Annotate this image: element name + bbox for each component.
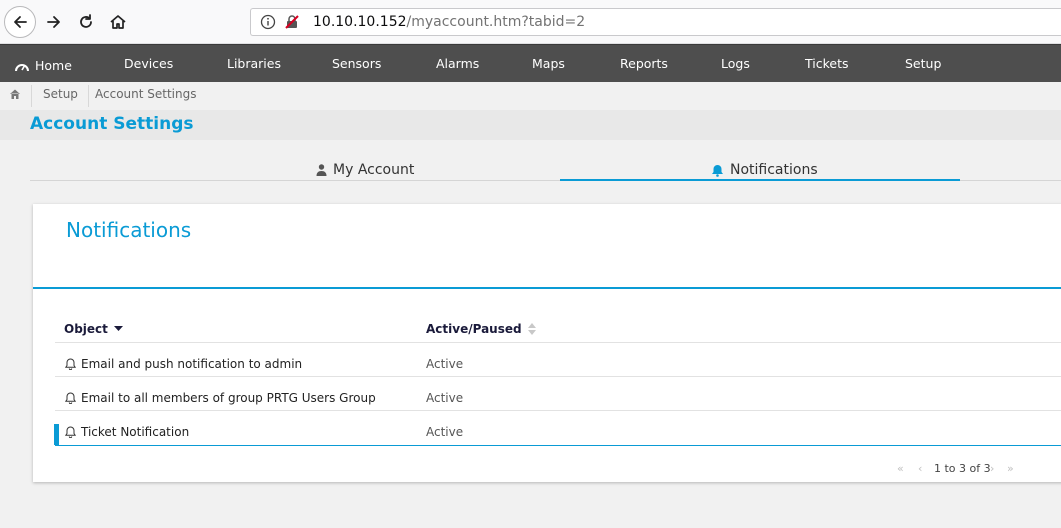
first-page-icon[interactable]: «: [897, 462, 904, 475]
prev-page-icon[interactable]: ‹: [918, 462, 922, 475]
table-row-object[interactable]: Email to all members of group PRTG Users…: [65, 391, 376, 405]
url-host: 10.10.10.152: [313, 14, 407, 30]
table-row-status: Active: [426, 425, 464, 439]
row-divider: [55, 445, 1061, 446]
page-title: Account Settings: [30, 114, 194, 134]
nav-logs[interactable]: Logs: [721, 45, 750, 82]
back-button[interactable]: [4, 6, 36, 38]
breadcrumb-home-icon[interactable]: [9, 84, 21, 112]
bell-outline-icon: [65, 426, 76, 438]
selected-row-indicator: [54, 424, 59, 445]
nav-maps[interactable]: Maps: [532, 45, 565, 82]
nav-reports[interactable]: Reports: [620, 45, 668, 82]
url-path: /myaccount.htm?tabid=2: [406, 14, 586, 30]
arrow-left-icon: [14, 16, 27, 28]
last-page-icon[interactable]: »: [1007, 462, 1014, 475]
nav-setup[interactable]: Setup: [905, 45, 941, 82]
main-navigation: Home Devices Libraries Sensors Alarms Ma…: [0, 44, 1061, 82]
info-icon[interactable]: [259, 13, 277, 31]
breadcrumb-separator: [88, 85, 89, 107]
nav-libraries[interactable]: Libraries: [227, 45, 281, 82]
arrow-right-icon: [47, 16, 60, 28]
tab-my-account[interactable]: My Account: [316, 158, 414, 182]
table-row-status: Active: [426, 391, 464, 405]
page-header: Account Settings: [0, 110, 1061, 140]
column-header-object[interactable]: Object: [64, 322, 123, 336]
row-object-label: Email to all members of group PRTG Users…: [81, 391, 376, 405]
column-header-object-label: Object: [64, 322, 108, 336]
tab-underline: [960, 180, 1061, 181]
bell-outline-icon: [65, 358, 76, 370]
breadcrumb-setup[interactable]: Setup: [43, 82, 78, 110]
nav-home[interactable]: Home: [14, 47, 72, 84]
panel-divider: [33, 287, 1061, 289]
sort-icon: [527, 323, 536, 335]
row-divider: [55, 376, 1061, 377]
panel-title: Notifications: [66, 218, 192, 242]
reload-button[interactable]: [72, 8, 100, 36]
row-object-label: Ticket Notification: [81, 425, 190, 439]
breadcrumb-account-settings: Account Settings: [95, 87, 197, 101]
nav-alarms[interactable]: Alarms: [436, 45, 479, 82]
breadcrumb-separator: [31, 85, 32, 107]
browser-home-button[interactable]: [104, 8, 132, 36]
tab-active-underline: [560, 179, 960, 181]
insecure-lock-icon[interactable]: [283, 13, 301, 31]
nav-devices[interactable]: Devices: [124, 45, 173, 82]
table-row-object[interactable]: Ticket Notification: [65, 425, 189, 439]
bell-outline-icon: [65, 392, 76, 404]
nav-sensors[interactable]: Sensors: [332, 45, 381, 82]
forward-button[interactable]: [40, 8, 68, 36]
row-divider: [55, 410, 1061, 411]
table-row-status: Active: [426, 357, 464, 371]
reload-icon: [80, 14, 92, 28]
sort-desc-icon: [113, 326, 123, 331]
pager-status: 1 to 3 of 3: [934, 462, 991, 475]
row-object-label: Email and push notification to admin: [81, 357, 303, 371]
notifications-panel: Notifications Object Active/Paused Email…: [33, 204, 1061, 482]
bell-icon: [712, 164, 723, 177]
gauge-icon: [15, 63, 29, 71]
next-page-icon[interactable]: ›: [990, 462, 994, 475]
user-icon: [316, 164, 327, 176]
column-header-active-paused[interactable]: Active/Paused: [426, 322, 536, 336]
table-row-object[interactable]: Email and push notification to admin: [65, 357, 302, 371]
nav-home-label: Home: [35, 58, 72, 73]
tab-underline: [30, 180, 560, 181]
browser-toolbar: 10.10.10.152/myaccount.htm?tabid=2: [0, 0, 1061, 44]
house-icon: [110, 15, 126, 29]
tab-my-account-label: My Account: [333, 162, 415, 178]
nav-tickets[interactable]: Tickets: [805, 45, 849, 82]
breadcrumb: Setup Account Settings: [0, 82, 1061, 110]
column-header-status-label: Active/Paused: [426, 322, 522, 336]
tab-notifications-label: Notifications: [730, 162, 818, 178]
row-divider: [55, 342, 1061, 343]
address-bar[interactable]: 10.10.10.152/myaccount.htm?tabid=2: [250, 8, 1061, 36]
